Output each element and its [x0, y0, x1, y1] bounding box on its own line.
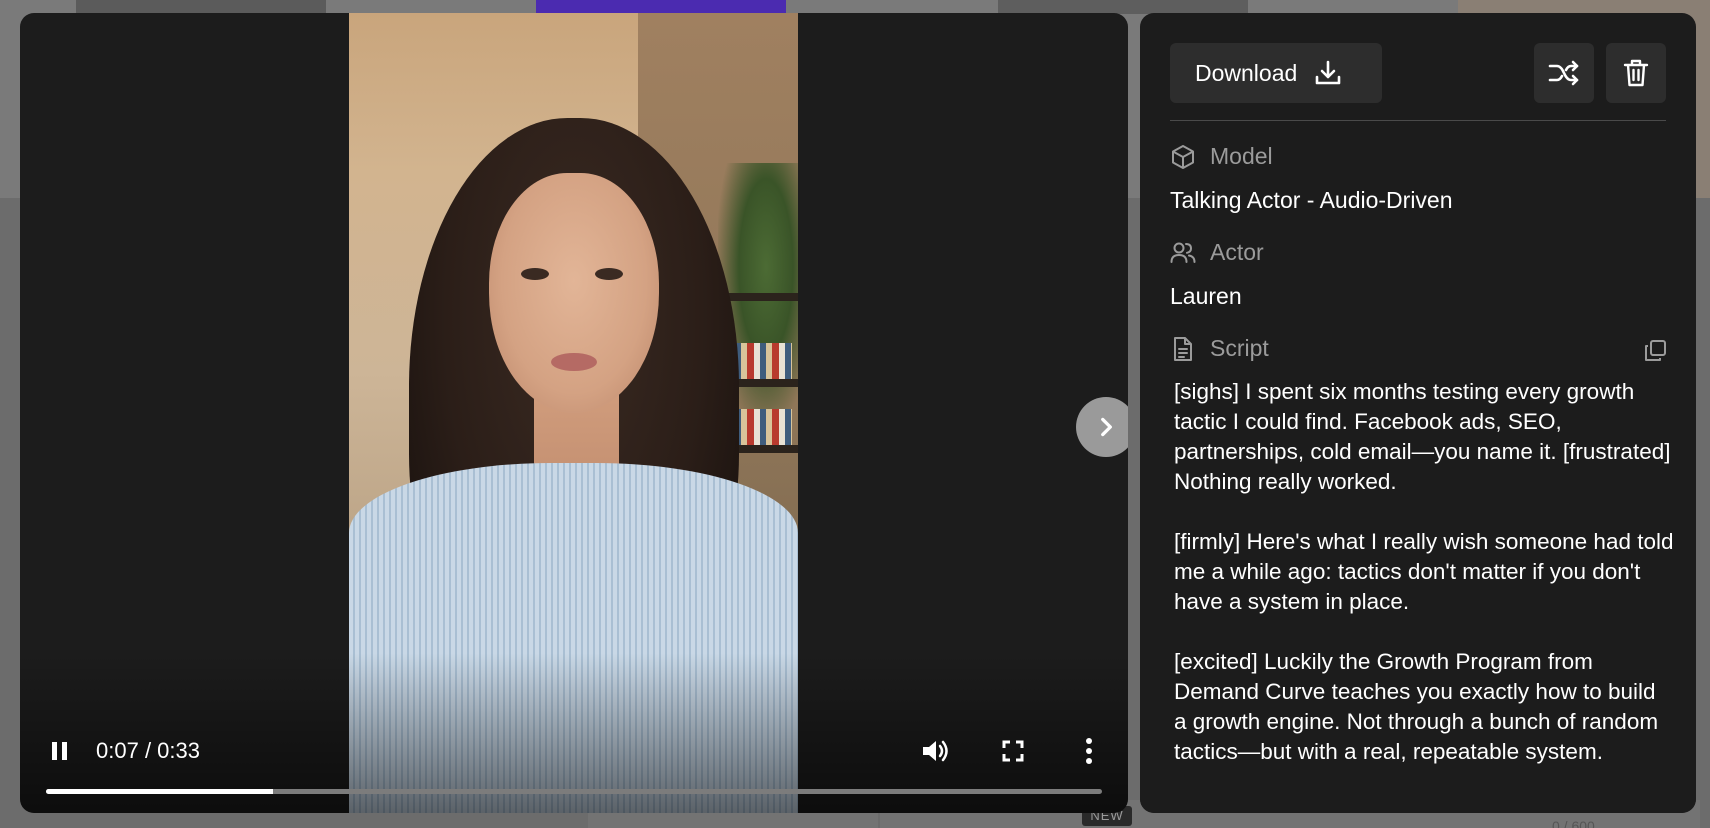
- next-video-button[interactable]: [1076, 397, 1128, 457]
- fullscreen-button[interactable]: [996, 735, 1030, 767]
- volume-icon: [921, 738, 949, 764]
- divider: [1170, 120, 1666, 121]
- progress-bar-fill: [46, 789, 274, 794]
- copy-icon: [1643, 339, 1667, 363]
- users-icon: [1170, 240, 1196, 266]
- download-label: Download: [1195, 59, 1298, 86]
- shuffle-button[interactable]: [1534, 43, 1594, 103]
- total-time: 0:33: [157, 738, 200, 763]
- volume-button[interactable]: [918, 735, 952, 767]
- model-label-row: Model: [1170, 143, 1273, 170]
- fullscreen-icon: [1002, 740, 1024, 762]
- script-label: Script: [1210, 335, 1269, 361]
- delete-button[interactable]: [1606, 43, 1666, 103]
- time-separator: /: [138, 738, 158, 763]
- background-thumbnail: [76, 0, 326, 14]
- more-vertical-icon: [1085, 738, 1093, 764]
- actor-label: Actor: [1210, 239, 1264, 265]
- actor-label-row: Actor: [1170, 239, 1264, 266]
- script-paragraph: [excited] Luckily the Growth Program fro…: [1174, 649, 1659, 764]
- time-display: 0:07 / 0:33: [96, 737, 200, 765]
- copy-script-button[interactable]: [1640, 336, 1670, 366]
- model-value: Talking Actor - Audio-Driven: [1170, 187, 1453, 213]
- script-paragraph: [firmly] Here's what I really wish someo…: [1174, 529, 1674, 614]
- trash-icon: [1622, 58, 1650, 88]
- video-player[interactable]: 0:07 / 0:33: [20, 13, 1128, 813]
- pause-icon: [49, 740, 71, 762]
- more-options-button[interactable]: [1072, 735, 1106, 767]
- chevron-right-icon: [1093, 414, 1119, 440]
- background-thumbnail: [536, 0, 786, 14]
- script-text[interactable]: [sighs] I spent six months testing every…: [1174, 377, 1674, 797]
- document-icon: [1170, 336, 1196, 362]
- current-time: 0:07: [96, 738, 139, 763]
- details-panel: Download Model Talking Actor - Audio-Dri…: [1140, 13, 1696, 813]
- actor-value: Lauren: [1170, 283, 1242, 309]
- character-counter: 0 / 600: [1552, 818, 1595, 828]
- cube-icon: [1170, 144, 1196, 170]
- background-thumbnail: [998, 0, 1248, 14]
- app-root: NEW 0 / 600 0:07 / 0:33 Download Model T…: [0, 0, 1710, 828]
- play-pause-button[interactable]: [44, 735, 76, 767]
- model-label: Model: [1210, 143, 1273, 169]
- progress-bar[interactable]: [46, 789, 1102, 794]
- script-label-row: Script: [1170, 335, 1269, 362]
- person-face: [489, 173, 659, 413]
- shuffle-icon: [1548, 59, 1580, 87]
- download-button[interactable]: Download: [1170, 43, 1382, 103]
- download-icon: [1313, 58, 1343, 88]
- player-controls: 0:07 / 0:33: [20, 713, 1128, 813]
- script-paragraph: [sighs] I spent six months testing every…: [1174, 379, 1671, 494]
